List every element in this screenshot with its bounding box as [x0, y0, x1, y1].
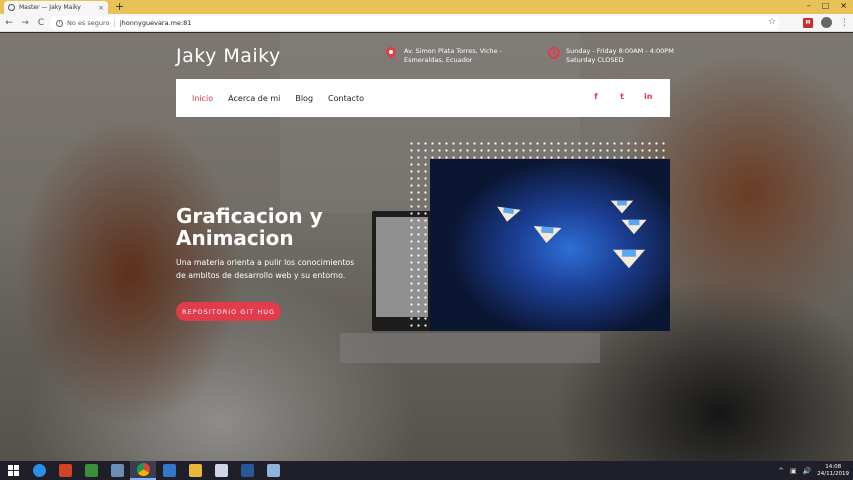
reload-button[interactable]: C [34, 18, 48, 28]
system-tray: ^ ▣ 🔊 14:08 24/11/2019 [778, 461, 849, 480]
windows-taskbar: ^ ▣ 🔊 14:08 24/11/2019 [0, 461, 853, 480]
back-button[interactable]: ← [2, 18, 16, 28]
facebook-icon[interactable]: f [592, 92, 600, 101]
file-explorer-icon [188, 464, 202, 477]
paint-icon [214, 464, 228, 477]
browser-menu-icon[interactable]: ⋮ [840, 18, 849, 28]
folder-icon [266, 464, 280, 477]
close-tab-icon[interactable]: × [98, 4, 104, 12]
tool-icon [162, 464, 176, 477]
linkedin-icon[interactable]: in [644, 92, 652, 101]
tray-arrow-icon[interactable]: ^ [778, 467, 784, 475]
hero-subtitle: Una materia orienta a pulir los conocimi… [176, 258, 355, 280]
taskbar-chrome[interactable] [130, 461, 156, 480]
globe-icon [8, 4, 15, 11]
extensions-area: M ⋮ [803, 17, 849, 28]
hours-saturday: Saturday CLOSED [566, 55, 624, 64]
location-pin-icon [386, 47, 398, 59]
hours-text: Sunday - Friday 8:00AM - 4:00PM Saturday… [566, 47, 674, 64]
profile-avatar-icon[interactable] [821, 17, 832, 28]
site-brand[interactable]: Jaky Maiky [176, 45, 281, 67]
taskbar-ie[interactable] [26, 461, 52, 480]
chrome-icon [136, 463, 150, 476]
taskbar-tool[interactable] [156, 461, 182, 480]
powerpoint-icon [58, 464, 72, 477]
bookmark-star-icon[interactable]: ☆ [768, 17, 776, 27]
taskbar-word[interactable] [234, 461, 260, 480]
new-tab-button[interactable]: + [115, 0, 124, 14]
taskbar-powerpoint[interactable] [52, 461, 78, 480]
address-text: Av. Simon Plata Torres, Viche - Esmerald… [404, 47, 502, 64]
address-info: Av. Simon Plata Torres, Viche - Esmerald… [386, 47, 534, 64]
paper-boat-icon [621, 219, 647, 235]
clock-icon [548, 47, 560, 59]
taskbar-paint[interactable] [208, 461, 234, 480]
volume-icon[interactable]: 🔊 [803, 467, 812, 475]
paper-boat-icon [610, 200, 634, 214]
start-button[interactable] [0, 461, 26, 480]
main-navbar: Inicio Acerca de mi Blog Contacto f t in [176, 79, 670, 117]
taskbar-clock[interactable]: 14:08 24/11/2019 [817, 464, 849, 478]
clock-time: 14:08 [825, 463, 842, 470]
taskbar-folder[interactable] [260, 461, 286, 480]
hours-weekdays: Sunday - Friday 8:00AM - 4:00PM [566, 47, 674, 55]
info-icon[interactable]: i [56, 19, 63, 27]
taskbar-project[interactable] [78, 461, 104, 480]
tab-title: Master — Jaky Maiky [19, 4, 81, 11]
browser-toolbar: ← → C i No es seguro | jhonnyguevara.me:… [0, 14, 853, 32]
nav-item-acerca[interactable]: Acerca de mi [228, 94, 280, 103]
hero-title: Graficacion y Animacion [176, 204, 323, 250]
clock-date: 24/11/2019 [817, 470, 849, 477]
hero-image-paper-boats [430, 159, 670, 331]
project-icon [84, 464, 98, 477]
browser-tab[interactable]: Master — Jaky Maiky × [4, 1, 108, 14]
browser-tab-strip: Master — Jaky Maiky × + – □ × [0, 0, 853, 14]
paper-boat-icon [532, 226, 562, 244]
taskbar-file-explorer[interactable] [182, 461, 208, 480]
windows-logo-icon [7, 465, 19, 476]
address-bar[interactable]: i No es seguro | jhonnyguevara.me:81 ☆ [50, 16, 780, 30]
url-text[interactable]: jhonnyguevara.me:81 [120, 19, 192, 27]
repository-button[interactable]: REPOSITORIO GIT HUG [176, 302, 281, 321]
ie-icon [32, 464, 46, 477]
maximize-button[interactable]: □ [822, 0, 830, 12]
hours-info: Sunday - Friday 8:00AM - 4:00PM Saturday… [548, 47, 674, 64]
url-separator: | [113, 19, 116, 27]
taskbar-network[interactable] [104, 461, 130, 480]
close-window-button[interactable]: × [840, 0, 847, 12]
paper-boat-icon [612, 249, 646, 269]
page-viewport: Jaky Maiky Av. Simon Plata Torres, Viche… [0, 33, 853, 461]
extension-icon[interactable]: M [803, 17, 813, 28]
word-icon [240, 464, 254, 477]
security-indicator[interactable]: No es seguro [67, 19, 110, 27]
nav-item-inicio[interactable]: Inicio [192, 94, 213, 103]
paper-boat-icon [495, 206, 521, 224]
window-controls: – □ × [807, 0, 847, 12]
forward-button[interactable]: → [18, 18, 32, 28]
network-icon [110, 464, 124, 477]
twitter-icon[interactable]: t [618, 92, 626, 101]
nav-item-contacto[interactable]: Contacto [328, 94, 364, 103]
social-links: f t in [592, 92, 652, 101]
network-status-icon[interactable]: ▣ [790, 467, 797, 475]
nav-item-blog[interactable]: Blog [295, 94, 313, 103]
minimize-button[interactable]: – [807, 0, 811, 12]
